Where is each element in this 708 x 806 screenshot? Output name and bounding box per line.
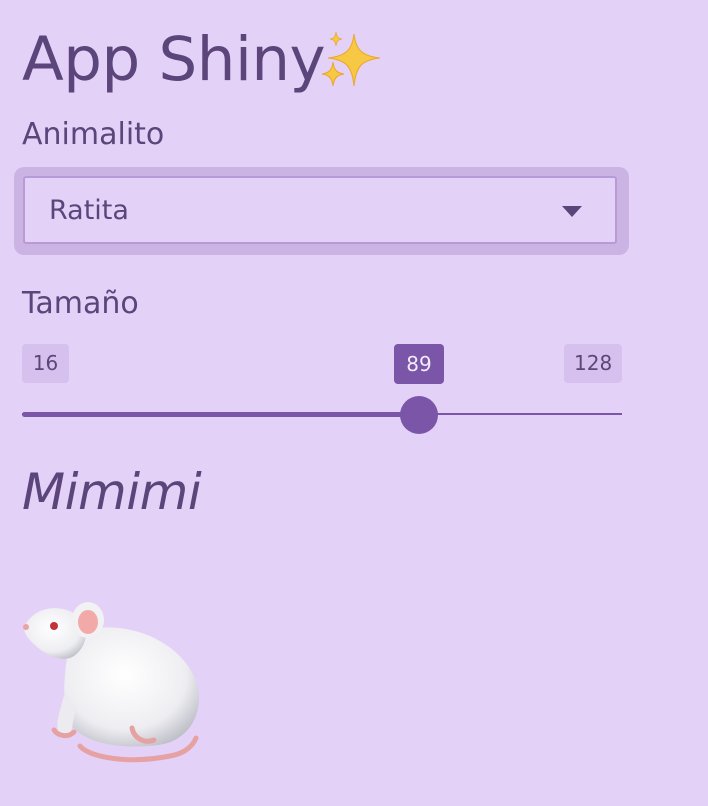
slider-value-badge: 89 (394, 344, 444, 384)
slider-track-fill (22, 412, 419, 417)
animal-select-value: Ratita (49, 195, 129, 226)
page-title: App Shiny (22, 24, 326, 95)
animal-select[interactable]: Ratita (23, 176, 617, 244)
animal-select-label: Animalito (22, 117, 165, 152)
output-heading: Mimimi (22, 463, 202, 521)
sparkles-icon (321, 31, 381, 87)
slider-thumb[interactable] (400, 396, 438, 434)
slider-max-badge: 128 (564, 344, 622, 383)
size-slider-label: Tamaño (22, 286, 139, 321)
chevron-down-icon (562, 206, 582, 217)
slider-min-badge: 16 (22, 344, 69, 383)
size-slider[interactable]: 16 89 128 (22, 340, 622, 440)
rat-icon (23, 602, 199, 763)
